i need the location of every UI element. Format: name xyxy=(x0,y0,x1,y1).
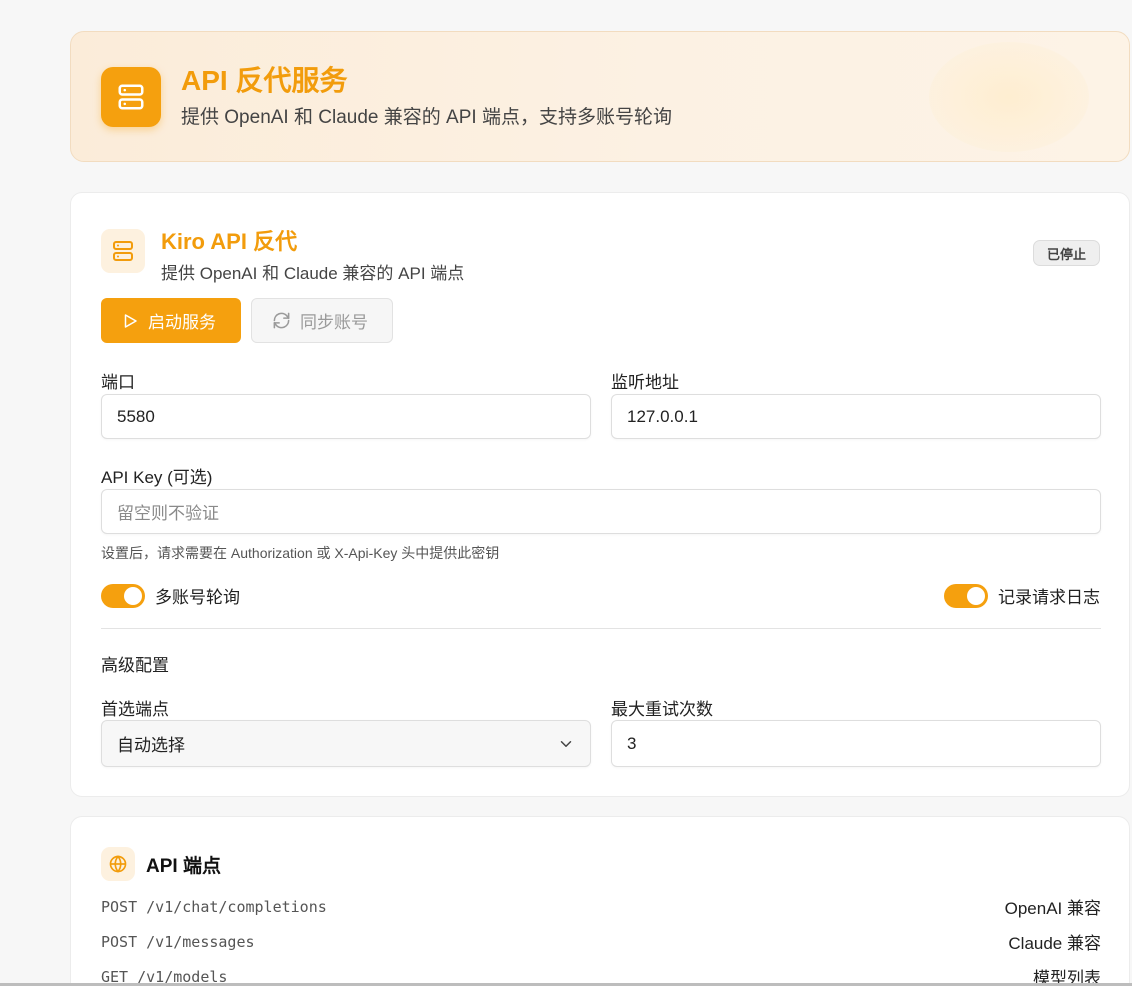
page-subtitle: 提供 OpenAI 和 Claude 兼容的 API 端点，支持多账号轮询 xyxy=(181,107,672,128)
chevron-down-icon xyxy=(560,740,572,747)
divider xyxy=(101,628,1101,629)
globe-icon xyxy=(101,847,135,881)
advanced-config-heading: 高级配置 xyxy=(101,656,169,675)
sync-accounts-button[interactable]: 同步账号 xyxy=(251,298,393,343)
refresh-icon xyxy=(273,312,290,329)
preferred-endpoint-label: 首选端点 xyxy=(101,700,169,719)
service-card: Kiro API 反代 提供 OpenAI 和 Claude 兼容的 API 端… xyxy=(70,192,1130,797)
preferred-endpoint-select[interactable]: 自动选择 xyxy=(101,720,591,767)
server-icon xyxy=(101,66,161,127)
logging-label: 记录请求日志 xyxy=(998,588,1100,607)
apikey-input[interactable]: 留空则不验证 xyxy=(101,489,1101,534)
status-badge: 已停止 xyxy=(1032,240,1100,266)
host-value: 127.0.0.1 xyxy=(627,406,698,426)
service-subtitle: 提供 OpenAI 和 Claude 兼容的 API 端点 xyxy=(161,264,465,283)
endpoint-row: POST /v1/chat/completions OpenAI 兼容 xyxy=(101,894,1101,919)
logging-toggle-row: 记录请求日志 xyxy=(944,583,1100,608)
endpoints-title: API 端点 xyxy=(146,855,221,877)
host-input[interactable]: 127.0.0.1 xyxy=(611,394,1101,439)
apikey-placeholder: 留空则不验证 xyxy=(117,504,219,523)
logging-toggle[interactable] xyxy=(944,583,988,608)
page-title: API 反代服务 xyxy=(181,65,348,96)
start-service-label: 启动服务 xyxy=(148,313,216,332)
service-card-header: Kiro API 反代 提供 OpenAI 和 Claude 兼容的 API 端… xyxy=(101,229,464,284)
preferred-endpoint-value: 自动选择 xyxy=(117,736,185,755)
rotation-toggle-row: 多账号轮询 xyxy=(101,583,240,608)
max-retries-input[interactable]: 3 xyxy=(611,720,1101,767)
host-label: 监听地址 xyxy=(611,373,679,392)
endpoint-path: POST /v1/messages xyxy=(101,932,255,951)
apikey-label: API Key (可选) xyxy=(101,468,213,487)
endpoint-path: POST /v1/chat/completions xyxy=(101,897,327,916)
page: API 反代服务 提供 OpenAI 和 Claude 兼容的 API 端点，支… xyxy=(70,31,1130,986)
endpoints-header: API 端点 xyxy=(101,847,221,881)
max-retries-label: 最大重试次数 xyxy=(611,700,713,719)
port-value: 5580 xyxy=(117,406,155,426)
endpoints-card: API 端点 POST /v1/chat/completions OpenAI … xyxy=(70,816,1130,986)
endpoint-row: POST /v1/messages Claude 兼容 xyxy=(101,929,1101,954)
page-header: API 反代服务 提供 OpenAI 和 Claude 兼容的 API 端点，支… xyxy=(70,31,1130,162)
port-label: 端口 xyxy=(101,373,135,392)
port-input[interactable]: 5580 xyxy=(101,394,591,439)
endpoint-desc: OpenAI 兼容 xyxy=(1004,899,1101,918)
sync-accounts-label: 同步账号 xyxy=(300,313,368,332)
endpoint-desc: Claude 兼容 xyxy=(1008,934,1101,953)
rotation-toggle[interactable] xyxy=(101,583,145,608)
max-retries-value: 3 xyxy=(627,733,637,753)
start-service-button[interactable]: 启动服务 xyxy=(101,298,241,343)
rotation-label: 多账号轮询 xyxy=(155,588,240,607)
apikey-hint: 设置后，请求需要在 Authorization 或 X-Api-Key 头中提供… xyxy=(101,545,500,561)
server-icon xyxy=(101,229,145,273)
service-title: Kiro API 反代 xyxy=(161,229,298,254)
play-icon xyxy=(124,313,137,328)
